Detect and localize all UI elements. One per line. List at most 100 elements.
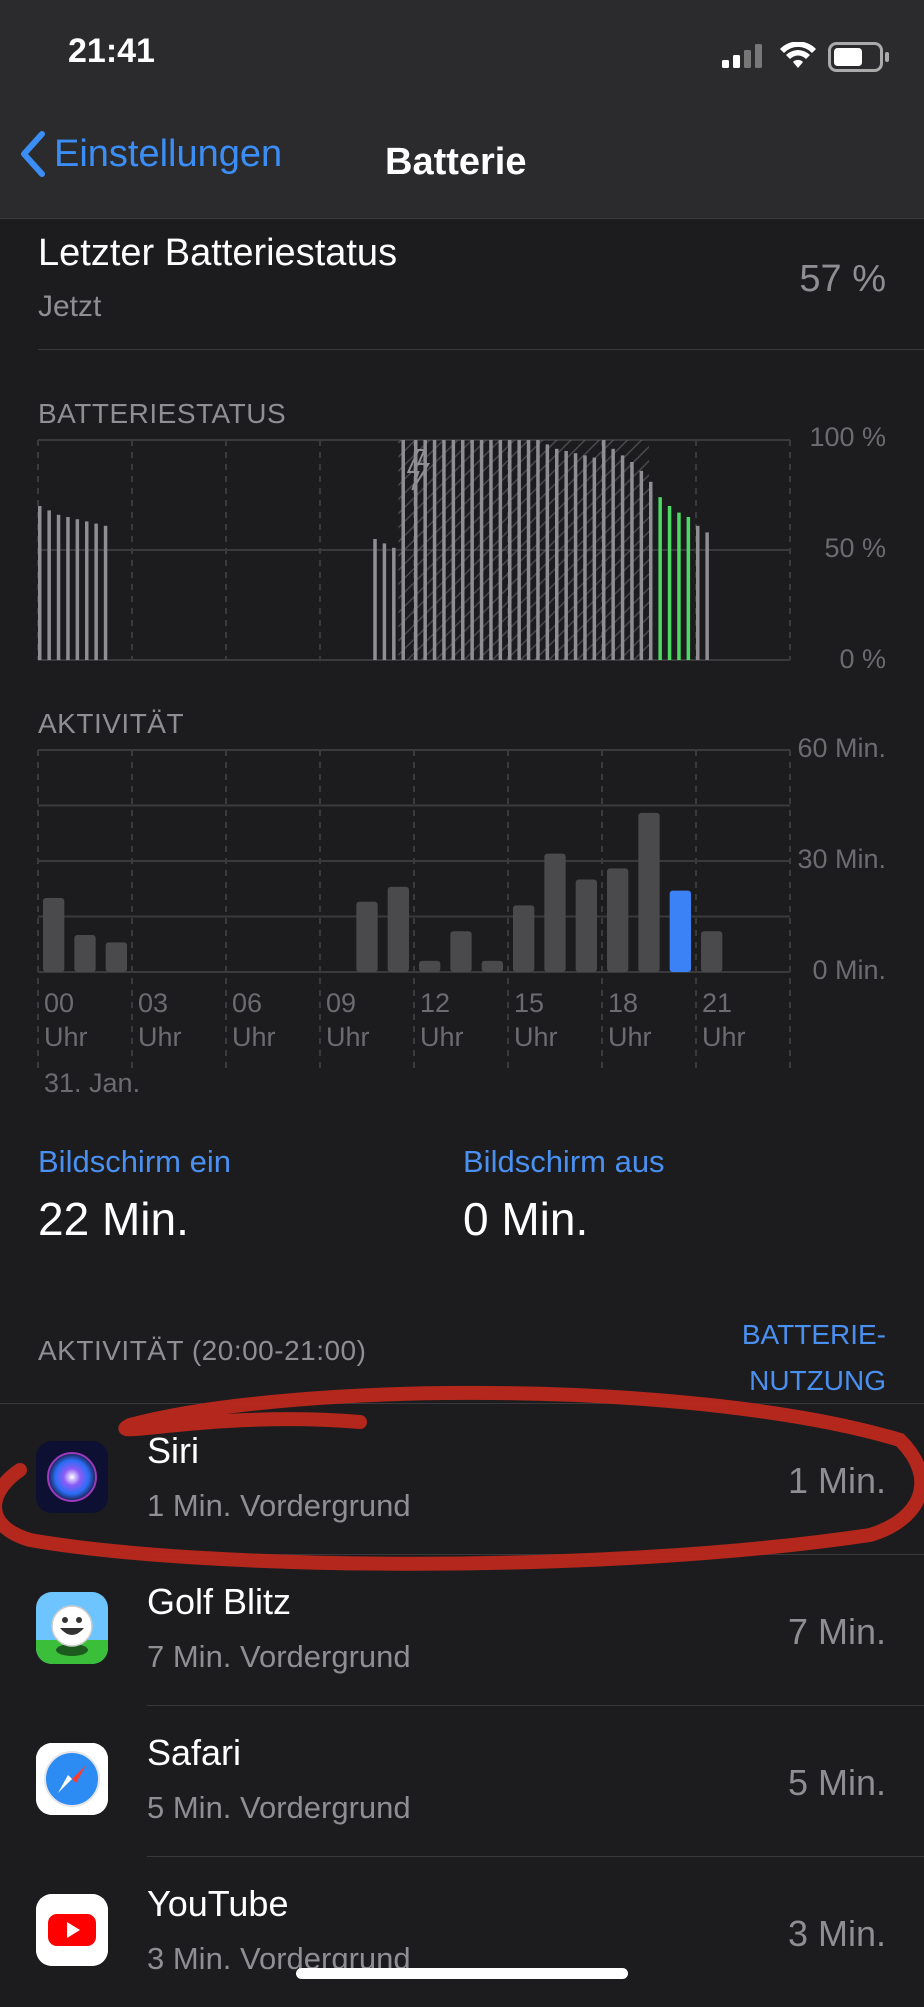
battery-usage-toggle-button[interactable]: BATTERIE- NUTZUNG bbox=[742, 1312, 886, 1404]
screen-on-value: 22 Min. bbox=[38, 1193, 189, 1245]
activity-bar bbox=[387, 886, 409, 972]
battery-bar bbox=[677, 512, 681, 660]
battery-bar bbox=[451, 440, 456, 660]
activity-bar bbox=[575, 879, 597, 972]
activity-xtick-unit: Uhr bbox=[44, 1022, 88, 1052]
battery-ytick-100: 100 % bbox=[809, 422, 886, 452]
activity-bar bbox=[638, 812, 660, 972]
battery-bar bbox=[526, 440, 531, 660]
battery-bar bbox=[686, 517, 691, 660]
activity-bar bbox=[43, 898, 65, 972]
activity-xtick-hour: 09 bbox=[326, 988, 357, 1018]
activity-bar bbox=[450, 931, 472, 972]
battery-bar bbox=[602, 440, 606, 660]
activity-chart-label: AKTIVITÄT bbox=[38, 708, 185, 739]
battery-bar bbox=[373, 539, 377, 660]
wifi-icon bbox=[780, 41, 816, 75]
status-time: 21:41 bbox=[68, 32, 155, 70]
battery-bar bbox=[85, 521, 89, 660]
app-detail: 5 Min. Vordergrund bbox=[147, 1790, 411, 1825]
activity-xtick-hour: 12 bbox=[420, 988, 451, 1018]
battery-bar bbox=[392, 547, 396, 660]
battery-chart-label: BATTERIESTATUS bbox=[38, 398, 287, 429]
battery-bar bbox=[401, 440, 405, 660]
home-indicator bbox=[296, 1968, 628, 1979]
app-row-safari[interactable]: Safari 5 Min. Vordergrund 5 Min. bbox=[0, 1706, 924, 1856]
activity-bar bbox=[356, 901, 378, 972]
chevron-left-icon bbox=[21, 131, 45, 177]
activity-xtick-hour: 00 bbox=[44, 988, 75, 1018]
app-detail: 1 Min. Vordergrund bbox=[147, 1488, 411, 1523]
activity-xtick: 09 Uhr bbox=[326, 986, 370, 1054]
battery-bar bbox=[382, 543, 387, 660]
battery-bar bbox=[461, 440, 465, 660]
last-status-title: Letzter Batteriestatus bbox=[38, 232, 398, 274]
activity-bar bbox=[669, 890, 691, 972]
activity-xtick-unit: Uhr bbox=[138, 1022, 182, 1052]
battery-bar bbox=[38, 506, 42, 660]
battery-ytick-50: 50 % bbox=[824, 533, 886, 563]
activity-bar bbox=[544, 853, 566, 972]
activity-xtick-unit: Uhr bbox=[514, 1022, 558, 1052]
activity-xtick: 18 Uhr bbox=[608, 986, 652, 1054]
activity-xtick-unit: Uhr bbox=[326, 1022, 370, 1052]
app-time: 3 Min. bbox=[787, 1913, 886, 1954]
app-name: Golf Blitz bbox=[147, 1581, 292, 1622]
app-name: Siri bbox=[147, 1430, 199, 1471]
app-time: 5 Min. bbox=[787, 1762, 886, 1803]
battery-bar bbox=[470, 440, 474, 660]
last-status-value: 57 % bbox=[799, 258, 886, 300]
activity-ytick-30: 30 Min. bbox=[797, 844, 886, 874]
app-row-siri[interactable]: Siri 1 Min. Vordergrund 1 Min. bbox=[0, 1404, 924, 1554]
screen-on-label: Bildschirm ein bbox=[38, 1144, 231, 1179]
activity-bar bbox=[74, 935, 96, 972]
battery-ytick-0: 0 % bbox=[839, 644, 886, 674]
activity-xtick-hour: 03 bbox=[138, 988, 169, 1018]
activity-xtick-hour: 15 bbox=[514, 988, 545, 1018]
siri-icon bbox=[36, 1441, 108, 1513]
battery-bar bbox=[489, 440, 493, 660]
cellular-signal-icon bbox=[722, 44, 766, 73]
activity-xtick-unit: Uhr bbox=[702, 1022, 746, 1052]
battery-bar bbox=[498, 440, 503, 660]
activity-ytick-60: 60 Min. bbox=[797, 733, 886, 763]
divider bbox=[38, 349, 924, 350]
activity-xtick: 06 Uhr bbox=[232, 986, 276, 1054]
battery-bar bbox=[696, 525, 700, 660]
battery-bar bbox=[432, 440, 437, 660]
last-status-subtitle: Jetzt bbox=[38, 290, 102, 323]
battery-bar bbox=[639, 470, 644, 660]
battery-bar bbox=[66, 517, 70, 660]
app-name: Safari bbox=[147, 1732, 242, 1773]
app-detail: 7 Min. Vordergrund bbox=[147, 1639, 411, 1674]
activity-xtick: 00 Uhr bbox=[44, 986, 88, 1054]
activity-xtick-hour: 18 bbox=[608, 988, 639, 1018]
battery-icon bbox=[828, 42, 890, 77]
activity-xtick-unit: Uhr bbox=[608, 1022, 652, 1052]
activity-xtick-unit: Uhr bbox=[420, 1022, 464, 1052]
battery-bar bbox=[611, 448, 615, 660]
battery-bar bbox=[573, 453, 578, 660]
screen-off-label: Bildschirm aus bbox=[463, 1144, 665, 1179]
toggle-line-1: BATTERIE- bbox=[741, 1319, 886, 1350]
app-row-youtube[interactable]: YouTube 3 Min. Vordergrund 3 Min. bbox=[0, 1857, 924, 2007]
activity-list-label: AKTIVITÄT (20:00-21:00) bbox=[38, 1335, 367, 1366]
battery-bar bbox=[649, 481, 653, 660]
activity-xtick-hour: 06 bbox=[232, 988, 263, 1018]
battery-bar bbox=[630, 462, 634, 660]
activity-bar bbox=[419, 960, 441, 972]
battery-bar bbox=[508, 440, 512, 660]
battery-bar bbox=[620, 455, 625, 660]
battery-bar bbox=[47, 510, 51, 660]
app-name: YouTube bbox=[147, 1883, 289, 1924]
toggle-line-2: NUTZUNG bbox=[749, 1365, 886, 1396]
battery-bar bbox=[555, 448, 559, 660]
back-button[interactable]: Einstellungen bbox=[18, 130, 282, 178]
activity-xtick-unit: Uhr bbox=[232, 1022, 276, 1052]
app-row-golf-blitz[interactable]: Golf Blitz 7 Min. Vordergrund 7 Min. bbox=[0, 1555, 924, 1705]
page-title: Batterie bbox=[385, 141, 527, 183]
activity-ytick-0: 0 Min. bbox=[812, 955, 886, 985]
battery-bar bbox=[517, 440, 521, 660]
battery-bar bbox=[658, 497, 662, 660]
battery-bar bbox=[592, 457, 597, 660]
